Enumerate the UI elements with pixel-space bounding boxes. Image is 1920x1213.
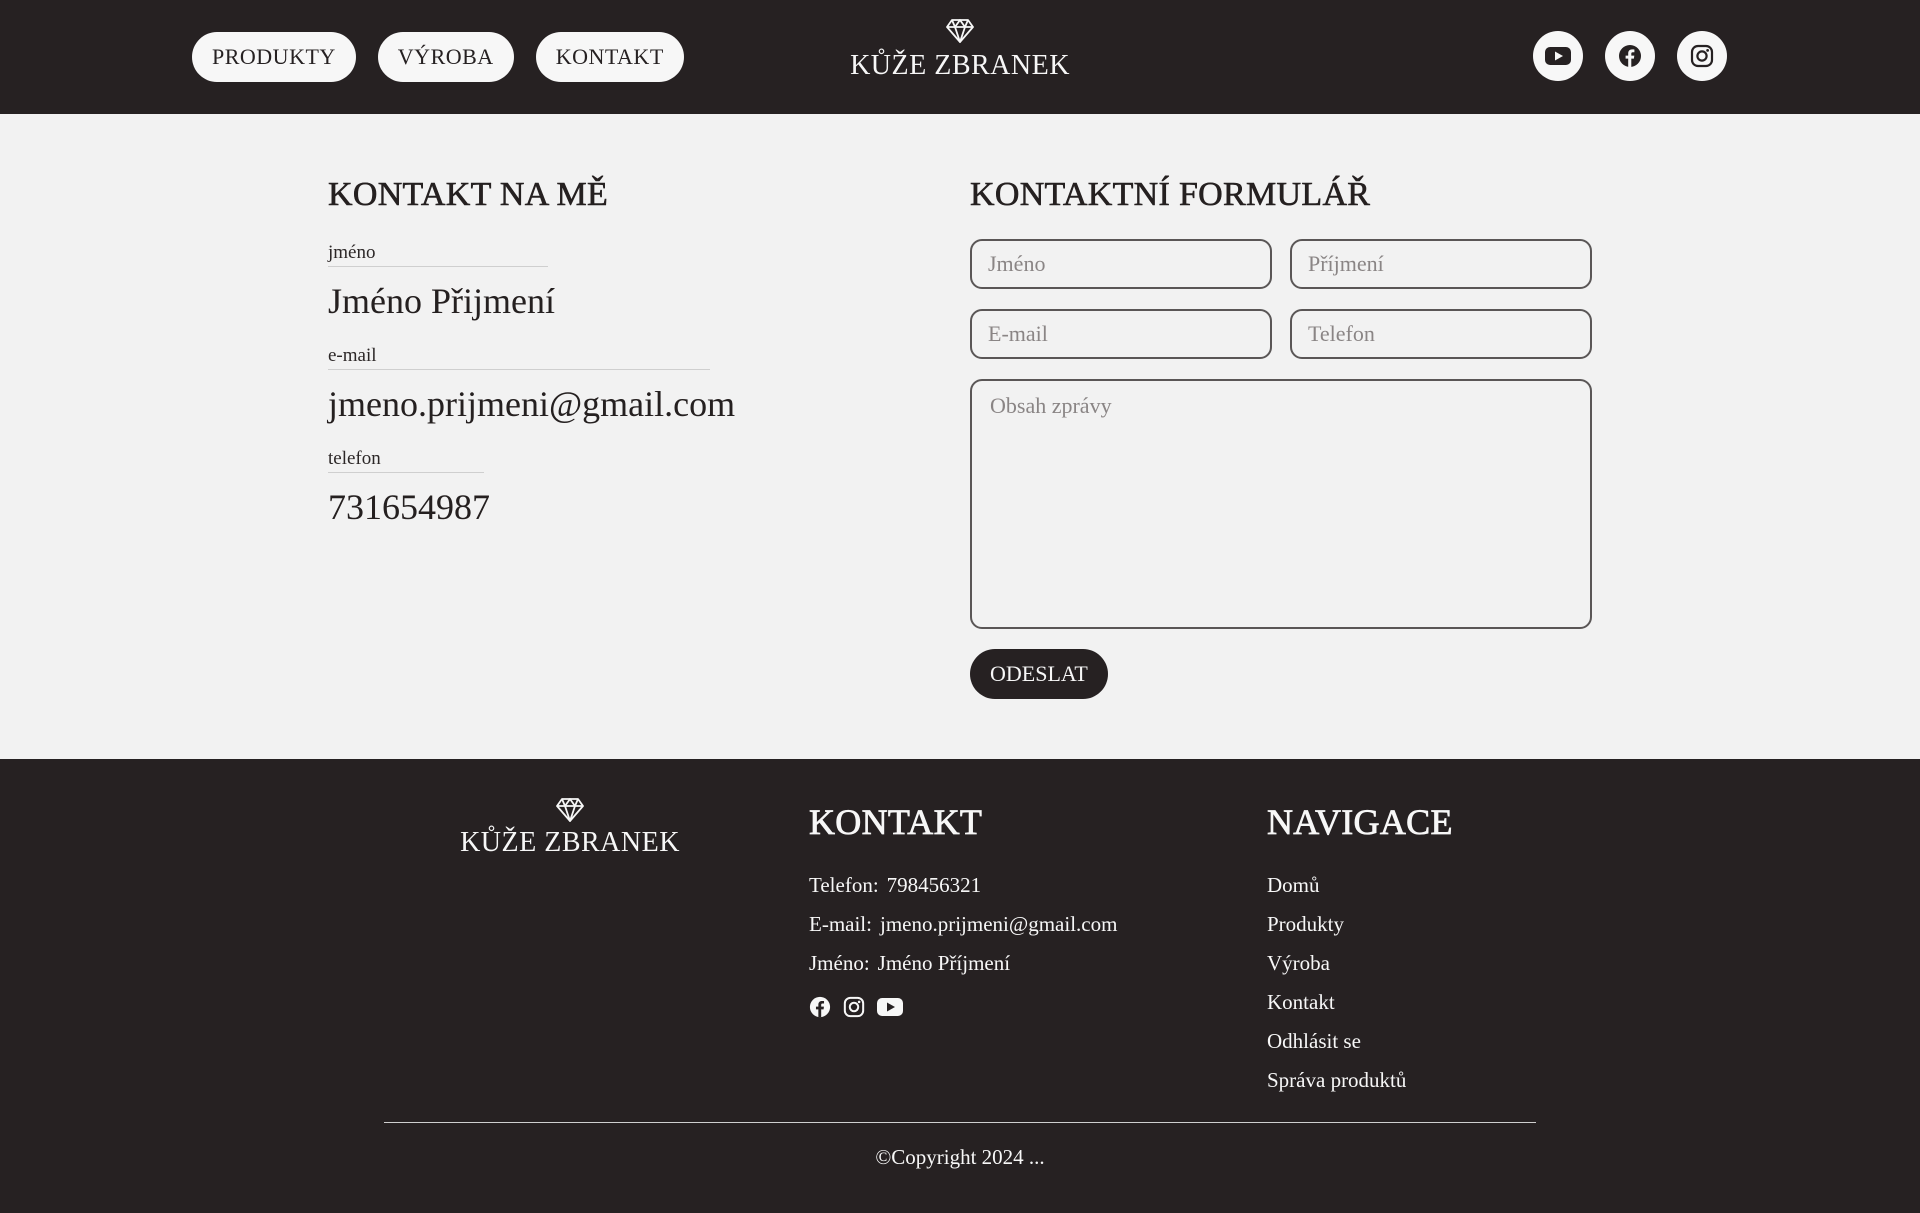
- phone-label: telefon: [328, 448, 484, 473]
- form-title: KONTAKTNÍ FORMULÁŘ: [970, 176, 1371, 214]
- footer-nav-vyroba[interactable]: Výroba: [1267, 951, 1453, 976]
- phone-input[interactable]: [1290, 309, 1592, 359]
- email-value: jmeno.prijmeni@gmail.com: [328, 384, 736, 424]
- footer-contact: KONTAKT Telefon: 798456321 E-mail: jmeno…: [809, 801, 1117, 1018]
- footer-email: E-mail: jmeno.prijmeni@gmail.com: [809, 912, 1117, 937]
- instagram-icon: [1690, 44, 1714, 68]
- main-nav: PRODUKTY VÝROBA KONTAKT: [192, 32, 684, 82]
- name-label: jméno: [328, 242, 548, 267]
- footer-phone: Telefon: 798456321: [809, 873, 1117, 898]
- facebook-icon: [1619, 45, 1641, 67]
- facebook-button[interactable]: [1605, 31, 1655, 81]
- footer-social-icons: [809, 996, 1117, 1018]
- footer-name-value: Jméno Příjmení: [877, 951, 1011, 975]
- facebook-icon[interactable]: [809, 996, 831, 1018]
- contact-title: KONTAKT NA MĚ: [328, 176, 609, 214]
- message-textarea[interactable]: [970, 379, 1592, 629]
- site-footer: KŮŽE ZBRANEK KONTAKT Telefon: 798456321 …: [0, 759, 1920, 1213]
- footer-name-label: Jméno:: [809, 951, 870, 975]
- social-links: [1533, 31, 1727, 81]
- diamond-icon: [946, 19, 974, 43]
- submit-button[interactable]: ODESLAT: [970, 649, 1108, 699]
- nav-kontakt-button[interactable]: KONTAKT: [535, 32, 684, 82]
- footer-phone-value: 798456321: [886, 873, 982, 897]
- email-label: e-mail: [328, 345, 710, 370]
- youtube-icon[interactable]: [877, 996, 903, 1018]
- email-input[interactable]: [970, 309, 1272, 359]
- nav-produkty-button[interactable]: PRODUKTY: [192, 32, 356, 82]
- youtube-icon: [1545, 47, 1571, 65]
- last-name-input[interactable]: [1290, 239, 1592, 289]
- footer-phone-label: Telefon:: [809, 873, 879, 897]
- footer-email-label: E-mail:: [809, 912, 872, 936]
- brand-name: KŮŽE ZBRANEK: [850, 50, 1070, 81]
- youtube-button[interactable]: [1533, 31, 1583, 81]
- email-label-wrap: e-mail: [328, 345, 710, 370]
- header-logo[interactable]: KŮŽE ZBRANEK: [800, 18, 1120, 82]
- phone-value: 731654987: [328, 487, 490, 527]
- footer-nav-kontakt[interactable]: Kontakt: [1267, 990, 1453, 1015]
- footer-nav-heading: NAVIGACE: [1267, 802, 1453, 843]
- name-label-wrap: jméno: [328, 242, 548, 267]
- footer-nav-produkty[interactable]: Produkty: [1267, 912, 1453, 937]
- footer-nav-odhlasit[interactable]: Odhlásit se: [1267, 1029, 1453, 1054]
- phone-label-wrap: telefon: [328, 448, 484, 473]
- footer-divider: [384, 1122, 1536, 1123]
- instagram-icon[interactable]: [843, 996, 865, 1018]
- copyright-text: ©Copyright 2024 ...: [875, 1145, 1045, 1169]
- footer-email-value: jmeno.prijmeni@gmail.com: [879, 912, 1118, 936]
- footer-nav-list: Domů Produkty Výroba Kontakt Odhlásit se…: [1267, 873, 1453, 1093]
- nav-vyroba-button[interactable]: VÝROBA: [377, 32, 514, 82]
- diamond-icon: [556, 798, 584, 822]
- footer-brand-name: KŮŽE ZBRANEK: [460, 827, 680, 858]
- footer-nav-sprava-produktu[interactable]: Správa produktů: [1267, 1068, 1453, 1093]
- name-value: Jméno Přijmení: [328, 281, 555, 321]
- footer-name: Jméno: Jméno Příjmení: [809, 951, 1117, 976]
- footer-logo[interactable]: KŮŽE ZBRANEK: [440, 797, 700, 859]
- footer-navigation: NAVIGACE Domů Produkty Výroba Kontakt Od…: [1267, 801, 1453, 1093]
- site-header: PRODUKTY VÝROBA KONTAKT KŮŽE ZBRANEK: [0, 0, 1920, 114]
- footer-contact-heading: KONTAKT: [809, 802, 983, 843]
- footer-nav-domu[interactable]: Domů: [1267, 873, 1453, 898]
- first-name-input[interactable]: [970, 239, 1272, 289]
- instagram-button[interactable]: [1677, 31, 1727, 81]
